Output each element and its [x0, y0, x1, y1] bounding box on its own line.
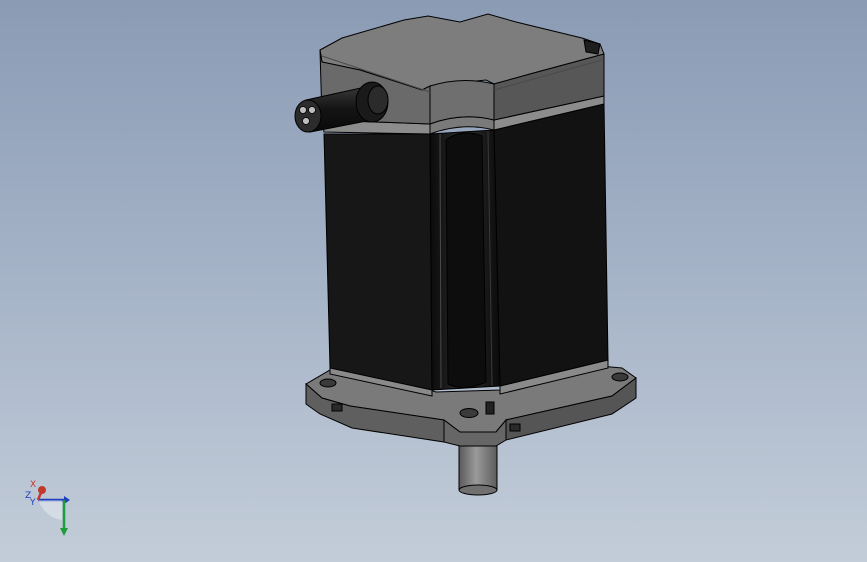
motor-body — [323, 103, 609, 391]
x-axis-label: X — [30, 480, 36, 490]
output-shaft — [458, 439, 498, 496]
stepper-motor-model[interactable] — [0, 0, 867, 562]
graphics-viewport[interactable]: X Z Y — [0, 0, 867, 562]
coordinate-triad: X Z Y — [25, 480, 70, 536]
y-axis-label: Y — [29, 498, 36, 508]
